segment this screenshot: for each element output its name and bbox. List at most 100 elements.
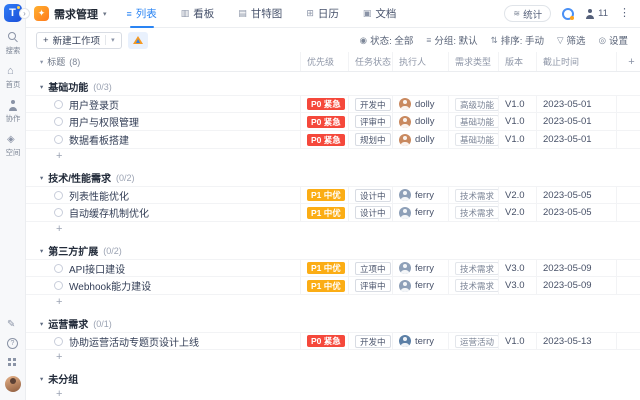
task-title[interactable]: 数据看板搭建: [69, 132, 129, 147]
filter-filter[interactable]: ▽筛选: [557, 33, 586, 47]
task-title[interactable]: API接口建设: [69, 261, 125, 276]
caret-down-icon[interactable]: ▾: [40, 375, 43, 383]
caret-down-icon[interactable]: ▾: [40, 247, 43, 255]
task-title[interactable]: 列表性能优化: [69, 188, 129, 203]
status-chip[interactable]: 开发中: [355, 98, 391, 111]
status-chip[interactable]: 规划中: [355, 133, 391, 146]
tab-甘特图[interactable]: ▤甘特图: [238, 0, 282, 28]
assignee-name[interactable]: ferry: [415, 263, 434, 274]
sidebar-item-space[interactable]: 空间: [5, 134, 21, 158]
edit-icon[interactable]: [7, 319, 18, 330]
tab-日历[interactable]: ⊞日历: [306, 0, 339, 28]
sidebar-item-home[interactable]: 首页: [5, 66, 21, 90]
filter-group[interactable]: ≡分组: 默认: [426, 33, 477, 47]
project-switcher[interactable]: ✦ 需求管理 ▾: [34, 6, 107, 22]
type-chip[interactable]: 技术需求: [455, 206, 498, 219]
type-chip[interactable]: 技术需求: [455, 279, 498, 292]
assignee-name[interactable]: dolly: [415, 99, 435, 110]
members-button[interactable]: 11: [585, 8, 608, 19]
title-column-header[interactable]: ▾ 标题 (8): [26, 52, 300, 71]
group-header[interactable]: ▾第三方扩展(0/2): [26, 242, 640, 259]
collapse-all-icon[interactable]: ▾: [40, 58, 43, 66]
priority-badge[interactable]: P1 中优: [307, 207, 345, 219]
table-row[interactable]: 自动缓存机制优化P1 中优设计中ferry技术需求V2.02023-05-05: [26, 204, 640, 222]
task-title[interactable]: Webhook能力建设: [69, 278, 151, 293]
sidebar-item-search[interactable]: 搜索: [5, 32, 21, 56]
assistant-icon[interactable]: [562, 8, 574, 20]
more-menu-icon[interactable]: ⋮: [619, 8, 630, 19]
priority-badge[interactable]: P1 中优: [307, 280, 345, 292]
assignee-name[interactable]: ferry: [415, 190, 434, 201]
filter-settings[interactable]: ◎设置: [599, 33, 628, 47]
task-title[interactable]: 协助运营活动专题页设计上线: [69, 334, 199, 349]
template-button[interactable]: [128, 32, 148, 49]
add-task-row[interactable]: +: [26, 222, 640, 236]
type-chip[interactable]: 技术需求: [455, 189, 498, 202]
table-row[interactable]: API接口建设P1 中优立项中ferry技术需求V3.02023-05-09: [26, 259, 640, 277]
group-header[interactable]: ▾技术/性能需求(0/2): [26, 169, 640, 186]
help-icon[interactable]: [7, 338, 18, 349]
caret-down-icon[interactable]: ▾: [40, 83, 43, 91]
type-chip[interactable]: 运营活动: [455, 335, 498, 348]
type-chip[interactable]: 基础功能: [455, 133, 498, 146]
table-row[interactable]: 数据看板搭建P0 紧急规划中dolly基础功能V1.02023-05-01: [26, 131, 640, 149]
filter-sort[interactable]: ⇅排序: 手动: [491, 33, 544, 47]
task-checkbox[interactable]: [54, 100, 63, 109]
add-task-row[interactable]: +: [26, 387, 640, 400]
new-work-item-button[interactable]: + 新建工作项 ▾: [36, 32, 122, 49]
task-checkbox[interactable]: [54, 337, 63, 346]
table-row[interactable]: Webhook能力建设P1 中优评审中ferry技术需求V3.02023-05-…: [26, 277, 640, 295]
priority-badge[interactable]: P0 紧急: [307, 98, 345, 110]
group-header[interactable]: ▾基础功能(0/3): [26, 78, 640, 95]
sidebar-item-collab[interactable]: 协作: [5, 100, 21, 124]
task-title[interactable]: 用户登录页: [69, 97, 119, 112]
priority-badge[interactable]: P1 中优: [307, 189, 345, 201]
status-chip[interactable]: 立项中: [355, 262, 391, 275]
assignee-name[interactable]: ferry: [415, 207, 434, 218]
caret-down-icon[interactable]: ▾: [40, 174, 43, 182]
tab-列表[interactable]: ≡列表: [127, 0, 157, 28]
caret-down-icon[interactable]: ▾: [40, 320, 43, 328]
user-avatar[interactable]: [5, 376, 21, 392]
task-title[interactable]: 用户与权限管理: [69, 114, 139, 129]
type-chip[interactable]: 技术需求: [455, 262, 498, 275]
assignee-name[interactable]: ferry: [415, 280, 434, 291]
task-checkbox[interactable]: [54, 281, 63, 290]
task-checkbox[interactable]: [54, 264, 63, 273]
add-task-row[interactable]: +: [26, 149, 640, 163]
tab-看板[interactable]: ▥看板: [181, 0, 215, 28]
assignee-name[interactable]: terry: [415, 336, 434, 347]
table-row[interactable]: 协助运营活动专题页设计上线P0 紧急开发中terry运营活动V1.02023-0…: [26, 332, 640, 350]
apps-icon[interactable]: [7, 357, 18, 368]
group-header[interactable]: ▾运营需求(0/1): [26, 315, 640, 332]
add-column-button[interactable]: +: [616, 52, 640, 71]
task-title[interactable]: 自动缓存机制优化: [69, 205, 149, 220]
task-checkbox[interactable]: [54, 117, 63, 126]
filter-status[interactable]: ◉状态: 全部: [360, 33, 414, 47]
priority-badge[interactable]: P0 紧急: [307, 134, 345, 146]
add-task-row[interactable]: +: [26, 295, 640, 309]
rail-expand-button[interactable]: ›: [19, 8, 30, 19]
status-chip[interactable]: 评审中: [355, 115, 391, 128]
status-chip[interactable]: 设计中: [355, 206, 391, 219]
tab-文档[interactable]: ▣文档: [363, 0, 397, 28]
priority-badge[interactable]: P1 中优: [307, 262, 345, 274]
priority-badge[interactable]: P0 紧急: [307, 116, 345, 128]
add-task-row[interactable]: +: [26, 350, 640, 364]
priority-badge[interactable]: P0 紧急: [307, 335, 345, 347]
task-checkbox[interactable]: [54, 191, 63, 200]
group-header[interactable]: ▾未分组: [26, 370, 640, 387]
table-row[interactable]: 列表性能优化P1 中优设计中ferry技术需求V2.02023-05-05: [26, 186, 640, 204]
task-checkbox[interactable]: [54, 135, 63, 144]
status-chip[interactable]: 开发中: [355, 335, 391, 348]
type-chip[interactable]: 基础功能: [455, 115, 498, 128]
table-row[interactable]: 用户登录页P0 紧急开发中dolly高级功能V1.02023-05-01: [26, 95, 640, 113]
table-row[interactable]: 用户与权限管理P0 紧急评审中dolly基础功能V1.02023-05-01: [26, 113, 640, 131]
assignee-name[interactable]: dolly: [415, 134, 435, 145]
status-chip[interactable]: 设计中: [355, 189, 391, 202]
task-checkbox[interactable]: [54, 208, 63, 217]
assignee-name[interactable]: dolly: [415, 116, 435, 127]
status-chip[interactable]: 评审中: [355, 279, 391, 292]
type-chip[interactable]: 高级功能: [455, 98, 498, 111]
stats-button[interactable]: ≋ 统计: [504, 5, 551, 22]
